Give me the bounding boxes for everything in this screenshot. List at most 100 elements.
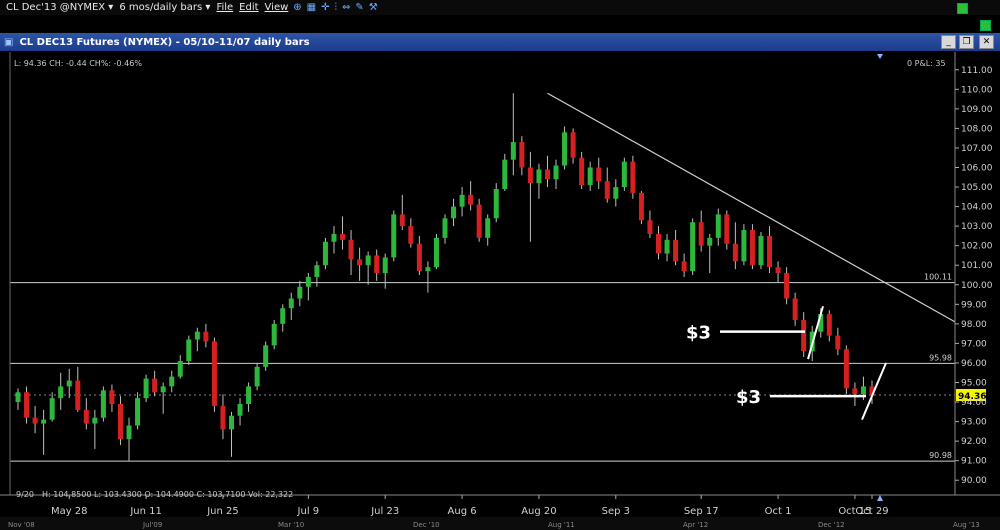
- candle-body: [152, 378, 158, 393]
- y-tick-label: 103.00: [961, 222, 993, 232]
- candle-body: [263, 345, 269, 367]
- window-icon: ▣: [4, 36, 14, 48]
- candle-body: [621, 161, 627, 188]
- x-tick-label: Jul 9: [297, 506, 320, 517]
- x-tick-label: Jun 25: [206, 506, 239, 517]
- candle-body: [792, 298, 798, 320]
- candle-body: [15, 392, 21, 403]
- y-tick-label: 90.00: [961, 476, 987, 486]
- link-status-icon: [957, 3, 968, 14]
- candle-body: [24, 392, 30, 418]
- candle-body: [143, 378, 149, 399]
- candle-body: [254, 366, 260, 387]
- bar-info: H: 104.8500 L: 103.4300 O: 104.4900 C: 1…: [42, 490, 293, 499]
- menu-edit[interactable]: Edit: [239, 2, 258, 13]
- candle-body: [49, 398, 55, 420]
- candle-body: [100, 390, 106, 418]
- x-tick-label: Aug 6: [448, 506, 477, 517]
- candle-body: [186, 339, 192, 361]
- candle-body: [374, 255, 380, 274]
- close-icon[interactable]: ✕: [979, 35, 994, 49]
- drawing-icon[interactable]: ✎: [355, 2, 363, 13]
- restore-icon[interactable]: ❐: [959, 35, 974, 49]
- y-tick-label: 101.00: [961, 261, 993, 271]
- price-chart[interactable]: 100.11 95.98 90.98 94.36 $3 $3 90.00 91.00 92.…: [0, 52, 1000, 530]
- candle-body: [32, 417, 38, 424]
- candle-body: [408, 226, 414, 244]
- candle-body: [382, 257, 388, 274]
- x-tick-label: Sep 17: [684, 506, 719, 517]
- y-tick-label: 109.00: [961, 105, 993, 115]
- candle-body: [92, 417, 98, 424]
- candle-body: [681, 261, 687, 272]
- y-tick-label: 110.00: [961, 85, 993, 95]
- candle-body: [664, 239, 670, 254]
- y-tick-label: 98.00: [961, 320, 987, 330]
- tools-icon[interactable]: ⚒: [369, 2, 378, 13]
- candle-body: [544, 169, 550, 180]
- candle-body: [169, 376, 175, 387]
- chart-svg: 100.1195.9890.9894.36 $3$3 90.0091.0092.…: [0, 52, 1000, 530]
- menu-file[interactable]: File: [216, 2, 233, 13]
- period-selector[interactable]: 6 mos/daily bars ▾: [119, 2, 210, 13]
- candle-body: [109, 390, 115, 404]
- support-line-label: 90.98: [929, 451, 952, 460]
- chart-window-title: CL DEC13 Futures (NYMEX) - 05/10-11/07 d…: [19, 36, 310, 48]
- candle-body: [391, 214, 397, 258]
- overview-label: Mar '10: [278, 521, 304, 529]
- candle-body: [314, 265, 320, 277]
- move-annotation-label: $3: [686, 323, 711, 344]
- candle-body: [502, 159, 508, 189]
- indicator-icon[interactable]: ⫶: [335, 2, 338, 13]
- y-tick-label: 97.00: [961, 339, 987, 349]
- candle-body: [843, 349, 849, 389]
- minimize-icon[interactable]: _: [941, 35, 956, 49]
- candle-body: [835, 335, 841, 350]
- menu-view[interactable]: View: [265, 2, 289, 13]
- candle-body: [399, 214, 405, 227]
- candle-body: [203, 331, 209, 342]
- candle-body: [647, 220, 653, 234]
- candle-body: [860, 386, 866, 395]
- candle-body: [638, 192, 644, 221]
- candle-body: [348, 239, 354, 260]
- crosshair-icon[interactable]: ✛: [321, 2, 329, 13]
- overview-label: Nov '08: [8, 521, 35, 529]
- candle-body: [553, 165, 559, 180]
- y-tick-label: 94.00: [961, 398, 987, 408]
- overview-label: Apr '12: [683, 521, 708, 529]
- y-tick-label: 95.00: [961, 379, 987, 389]
- y-tick-label: 93.00: [961, 418, 987, 428]
- candle-body: [758, 235, 764, 266]
- candle-body: [322, 241, 328, 266]
- y-tick-label: 108.00: [961, 124, 993, 134]
- candle-body: [732, 243, 738, 262]
- candle-body: [801, 319, 807, 352]
- candle-body: [459, 194, 465, 207]
- chart-type-icon[interactable]: ▦: [307, 2, 316, 13]
- zoom-icon[interactable]: ⊕: [293, 2, 301, 13]
- candle-body: [211, 341, 217, 406]
- candle-body: [570, 132, 576, 158]
- candle-body: [331, 233, 337, 242]
- candle-body: [510, 142, 516, 160]
- candle-body: [305, 276, 311, 287]
- candle-body: [83, 409, 89, 424]
- overview-label: Aug '13: [953, 521, 980, 529]
- symbol-selector[interactable]: CL Dec'13 @NYMEX ▾: [6, 2, 113, 13]
- candle-body: [587, 167, 593, 186]
- candle-body: [220, 405, 226, 430]
- candle-body: [630, 161, 636, 193]
- y-tick-label: 105.00: [961, 183, 993, 193]
- support-line-label: 100.11: [924, 273, 952, 282]
- candle-body: [271, 323, 277, 346]
- candle-body: [485, 218, 491, 238]
- candle-body: [288, 298, 294, 309]
- candle-body: [160, 386, 166, 393]
- candle-body: [451, 206, 457, 219]
- scroll-icon[interactable]: ⇔: [342, 2, 350, 13]
- x-tick-label: Jul 23: [370, 506, 399, 517]
- candle-body: [613, 187, 619, 199]
- candle-body: [656, 233, 661, 254]
- candle-body: [194, 331, 200, 340]
